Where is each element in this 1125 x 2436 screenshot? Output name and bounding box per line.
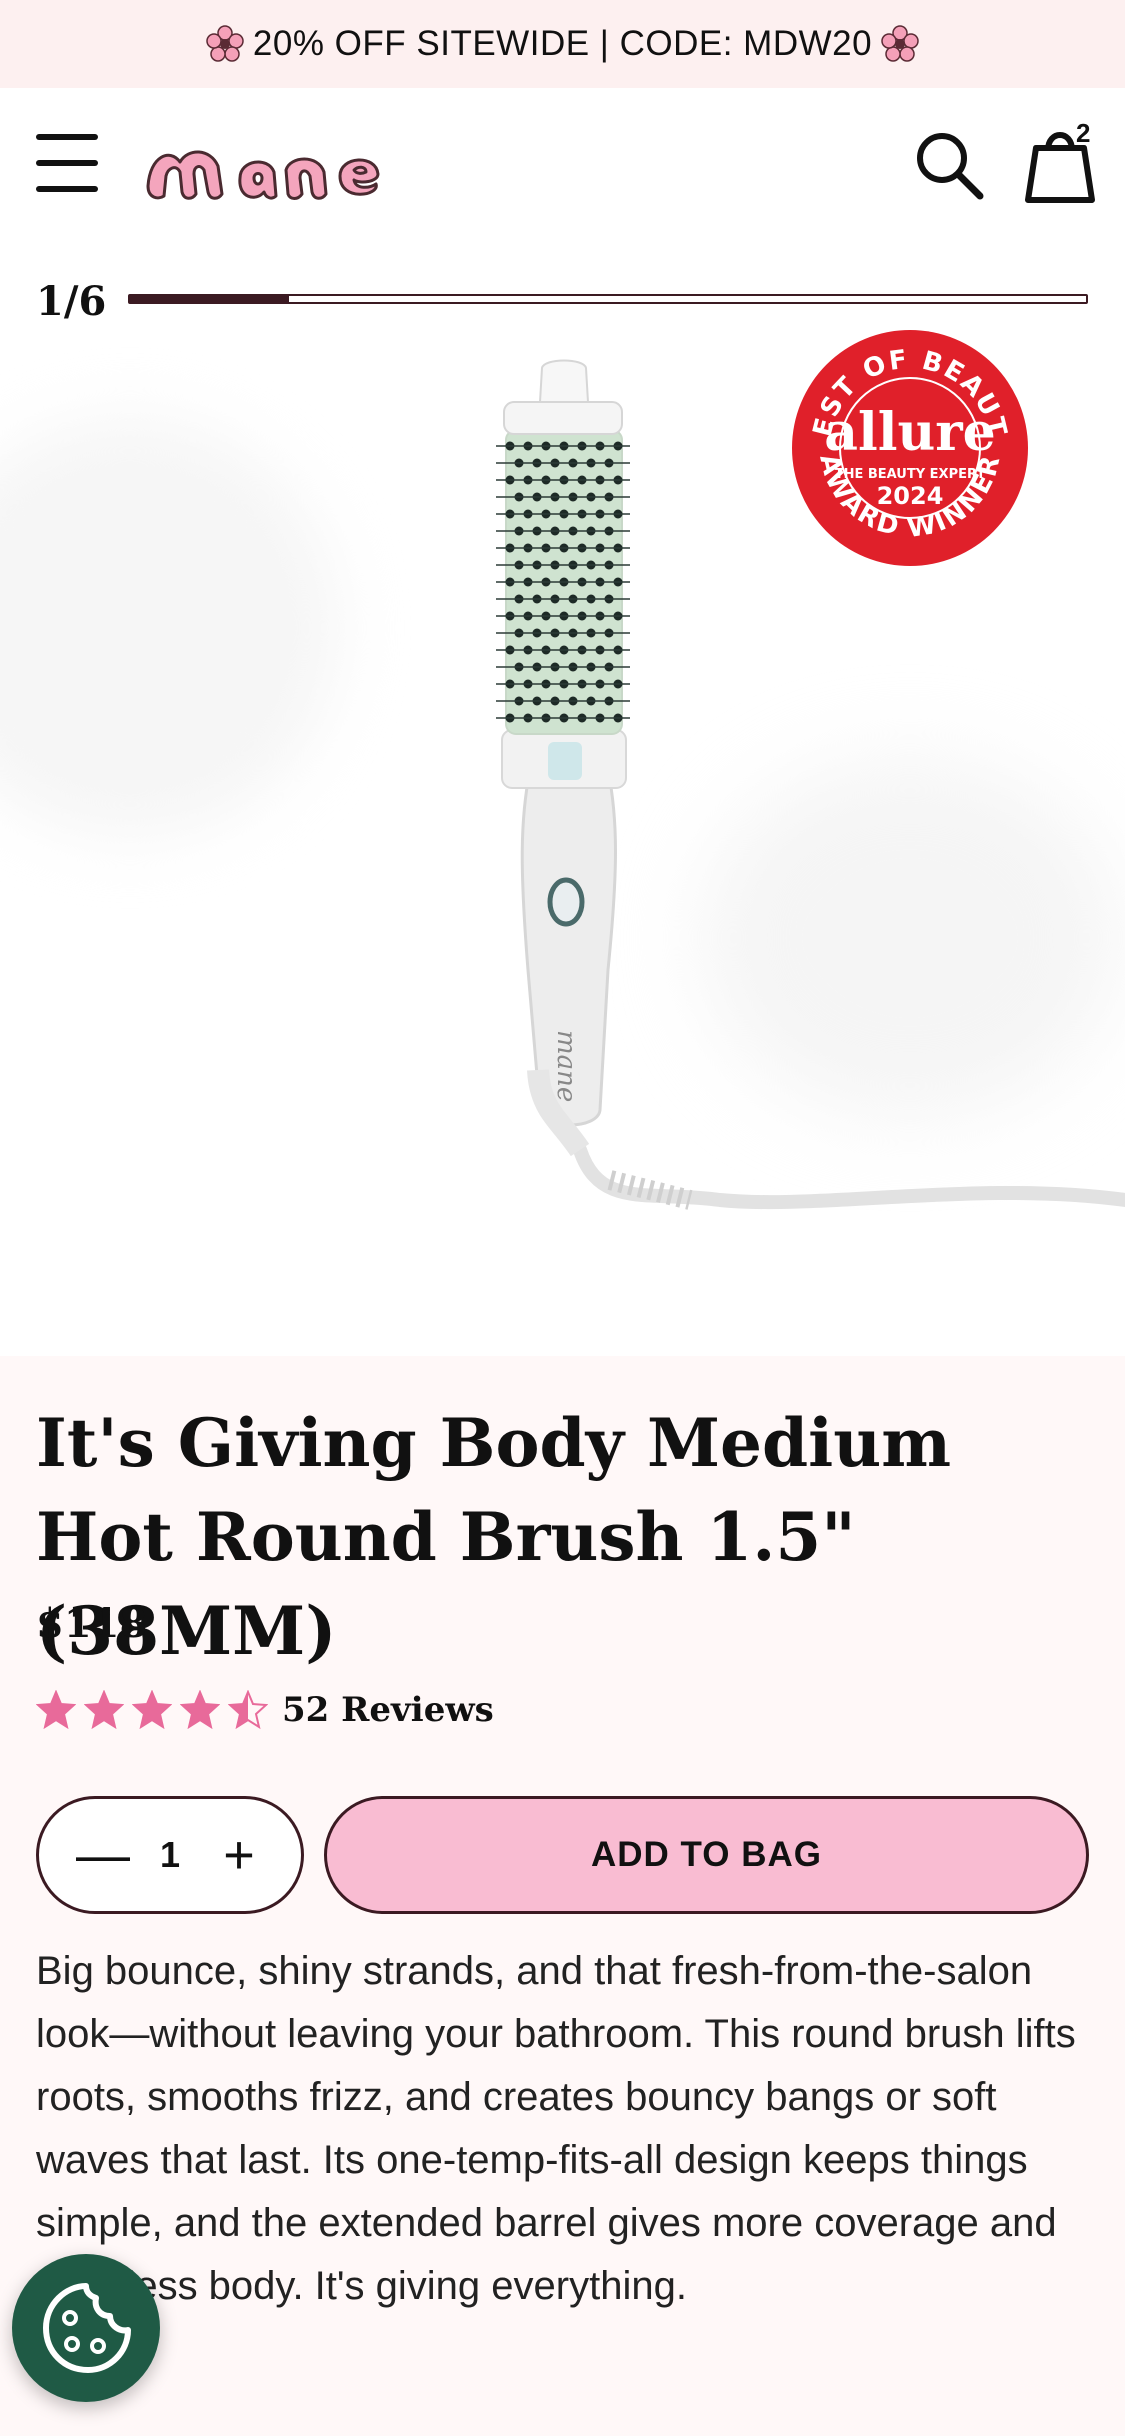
hamburger-icon[interactable] <box>36 134 98 194</box>
product-description: Big bounce, shiny strands, and that fres… <box>36 1949 1076 2308</box>
cookie-icon <box>43 2283 131 2373</box>
star-icon <box>84 1690 124 1730</box>
quantity-stepper: — 1 + <box>36 1796 304 1914</box>
product-rating[interactable]: 52 Reviews <box>36 1690 494 1730</box>
star-rating <box>36 1690 276 1730</box>
svg-text:mane: mane <box>551 1030 581 1102</box>
badge-subtitle: THE BEAUTY EXPERT <box>835 467 986 482</box>
star-icon <box>36 1690 76 1730</box>
cart-count: 2 <box>1076 118 1091 148</box>
badge-brand: allure <box>824 402 996 463</box>
site-header: 2 <box>0 88 1125 238</box>
gallery-progress-fill <box>130 296 290 302</box>
gallery-progress <box>128 294 1088 304</box>
reviews-link[interactable]: 52 Reviews <box>282 1690 494 1730</box>
star-icon <box>132 1690 172 1730</box>
badge-year: 2024 <box>877 482 944 510</box>
star-icon <box>228 1690 268 1730</box>
flower-icon <box>206 25 244 62</box>
search-icon[interactable] <box>912 128 988 204</box>
flower-icon <box>881 25 919 62</box>
promo-text: 20% OFF SITEWIDE | CODE: MDW20 <box>252 24 873 63</box>
product-price: $118 <box>36 1600 148 1647</box>
product-title: It's Giving Body Medium Hot Round Brush … <box>36 1404 952 1670</box>
decrease-quantity-button[interactable]: — <box>76 1828 130 1882</box>
award-badge: BEST OF BEAUTY AWARD WINNER allure THE B… <box>790 328 1028 566</box>
add-to-bag-button[interactable]: ADD TO BAG <box>324 1796 1089 1914</box>
product-gallery[interactable]: 1/6 mane BEST OF BEAUTY <box>0 238 1125 1356</box>
logo[interactable] <box>140 126 440 206</box>
quantity-value[interactable]: 1 <box>160 1834 180 1876</box>
promo-banner[interactable]: 20% OFF SITEWIDE | CODE: MDW20 <box>0 0 1125 88</box>
cookie-settings-button[interactable] <box>12 2254 160 2402</box>
gallery-counter: 1/6 <box>36 278 107 325</box>
star-icon <box>180 1690 220 1730</box>
increase-quantity-button[interactable]: + <box>214 1828 264 1882</box>
